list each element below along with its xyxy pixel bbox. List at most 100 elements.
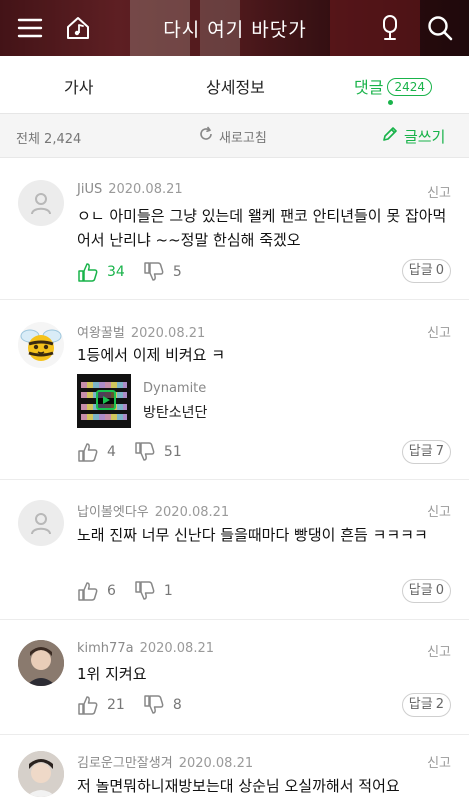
home-music-icon[interactable] — [62, 12, 94, 44]
avatar[interactable] — [18, 322, 64, 368]
song-info: Dynamite 방탄소년단 — [143, 381, 207, 422]
like-count: 21 — [107, 697, 125, 713]
reply-count: 0 — [435, 583, 444, 598]
comment-meta: 납이볼엣다우 2020.08.21 — [77, 501, 229, 520]
avatar[interactable] — [18, 751, 64, 797]
reply-label: 답글 — [408, 697, 433, 712]
like-count: 4 — [107, 444, 116, 460]
reply-label: 답글 — [408, 263, 433, 278]
thumbs-up-icon — [78, 582, 98, 601]
comment-date: 2020.08.21 — [139, 641, 214, 656]
refresh-label: 새로고침 — [219, 130, 267, 146]
like-button[interactable]: 4 — [77, 441, 116, 463]
reply-button[interactable]: 답글 2 — [401, 693, 451, 717]
comment-item: kimh77a 2020.08.21 신고 1위 지켜요 21 8 답글 2 — [0, 620, 469, 735]
mic-icon[interactable] — [374, 12, 406, 44]
comment-item: 납이볼엣다우 2020.08.21 신고 노래 진짜 너무 신난다 들을때마다 빵… — [0, 480, 469, 620]
comment-toolbar: 전체 2,424 새로고침 글쓰기 — [0, 114, 469, 158]
thumbs-down-icon — [135, 581, 155, 600]
comment-text: 노래 진짜 너무 신난다 들을때마다 빵댕이 흔듬 ㅋㅋㅋㅋ — [77, 526, 428, 544]
report-button[interactable]: 신고 — [427, 752, 451, 771]
comment-date: 2020.08.21 — [178, 756, 254, 771]
attached-song[interactable]: Dynamite 방탄소년단 — [77, 374, 207, 428]
thumbs-up-icon — [78, 263, 98, 282]
album-art — [77, 374, 131, 428]
thumbs-down-icon — [135, 442, 155, 461]
dislike-button[interactable]: 1 — [134, 580, 173, 602]
comment-item: 김로운그만잘생겨 2020.08.21 신고 저 놀면뭐하니재방보는대 상순님 오… — [0, 735, 469, 800]
comment-actions: 21 8 — [77, 694, 182, 716]
username[interactable]: JiUS — [77, 182, 102, 197]
tab-lyrics[interactable]: 가사 — [64, 74, 93, 98]
comment-meta: 김로운그만잘생겨 2020.08.21 — [77, 752, 253, 771]
like-count: 6 — [107, 583, 116, 599]
album-art-stripe — [81, 382, 127, 388]
report-button[interactable]: 신고 — [427, 641, 451, 660]
active-tab-indicator — [388, 100, 393, 105]
comment-text: 저 놀면뭐하니재방보는대 상순님 오실까해서 적어요 — [77, 777, 400, 795]
comment-actions: 4 51 — [77, 441, 182, 463]
song-title: Dynamite — [143, 380, 207, 396]
avatar[interactable] — [18, 180, 64, 226]
thumbs-down-icon — [144, 695, 164, 714]
reply-count: 0 — [435, 263, 444, 278]
comment-date: 2020.08.21 — [130, 326, 206, 341]
comment-text: 1위 지켜요 — [77, 665, 147, 683]
report-button[interactable]: 신고 — [427, 322, 451, 341]
total-count: 전체 2,424 — [16, 132, 82, 147]
comment-meta: 여왕꿀벌 2020.08.21 — [77, 322, 205, 341]
album-art-stripe — [81, 414, 127, 420]
comment-text: ㅇㄴ 아미들은 그냥 있는데 왤케 팬코 안티년들이 못 잡아먹어서 난리냐 ~… — [77, 207, 447, 249]
thumbs-down-icon — [144, 262, 164, 281]
reply-button[interactable]: 답글 0 — [401, 579, 451, 603]
username[interactable]: 김로운그만잘생겨 — [77, 756, 173, 771]
like-count: 34 — [107, 264, 125, 280]
menu-icon[interactable] — [14, 12, 46, 44]
reply-count: 2 — [435, 697, 444, 712]
comment-item: 여왕꿀벌 2020.08.21 신고 1등에서 이제 비켜요 ㅋ Dynamite… — [0, 300, 469, 480]
avatar[interactable] — [18, 500, 64, 546]
like-button[interactable]: 21 — [77, 694, 125, 716]
username[interactable]: 여왕꿀벌 — [77, 326, 125, 341]
comment-date: 2020.08.21 — [154, 505, 230, 520]
refresh-button[interactable]: 새로고침 — [198, 126, 267, 146]
comment-text: 1등에서 이제 비켜요 ㅋ — [77, 346, 226, 364]
dislike-count: 5 — [172, 264, 182, 280]
tab-details[interactable]: 상세정보 — [206, 74, 265, 98]
comment-actions: 34 5 — [77, 261, 182, 283]
report-button[interactable]: 신고 — [427, 182, 451, 201]
pencil-icon — [381, 125, 399, 147]
comment-item: JiUS 2020.08.21 신고 ㅇㄴ 아미들은 그냥 있는데 왤케 팬코 안… — [0, 158, 469, 300]
report-button[interactable]: 신고 — [427, 501, 451, 520]
dislike-button[interactable]: 5 — [143, 261, 182, 283]
dislike-count: 8 — [172, 697, 182, 713]
dislike-button[interactable]: 8 — [143, 694, 182, 716]
dislike-button[interactable]: 51 — [134, 441, 182, 463]
avatar[interactable] — [18, 640, 64, 686]
dislike-count: 1 — [163, 583, 173, 599]
username[interactable]: 납이볼엣다우 — [77, 505, 149, 520]
page-title: 다시 여기 바닷가 — [163, 19, 307, 41]
write-label: 글쓰기 — [404, 127, 446, 146]
thumbs-up-icon — [78, 443, 98, 462]
reply-button[interactable]: 답글 7 — [401, 440, 451, 464]
write-button[interactable]: 글쓰기 — [381, 125, 445, 147]
comment-date: 2020.08.21 — [108, 182, 183, 197]
refresh-icon — [198, 126, 214, 146]
play-icon[interactable] — [96, 390, 116, 410]
like-button[interactable]: 34 — [77, 261, 125, 283]
comment-meta: kimh77a 2020.08.21 — [77, 641, 214, 656]
reply-button[interactable]: 답글 0 — [401, 259, 451, 283]
comment-actions: 6 1 — [77, 580, 173, 602]
tab-comments-label: 댓글 — [354, 78, 384, 97]
comment-meta: JiUS 2020.08.21 — [77, 182, 183, 197]
tab-comments[interactable]: 댓글 2424 — [354, 74, 432, 98]
dislike-count: 51 — [163, 444, 182, 460]
like-button[interactable]: 6 — [77, 580, 116, 602]
reply-label: 답글 — [408, 444, 433, 459]
app-header: 다시 여기 바닷가 — [0, 0, 469, 56]
username[interactable]: kimh77a — [77, 641, 134, 656]
search-icon[interactable] — [424, 12, 456, 44]
comment-count-badge: 2424 — [387, 78, 432, 96]
tab-bar: 가사 상세정보 댓글 2424 — [0, 56, 469, 114]
